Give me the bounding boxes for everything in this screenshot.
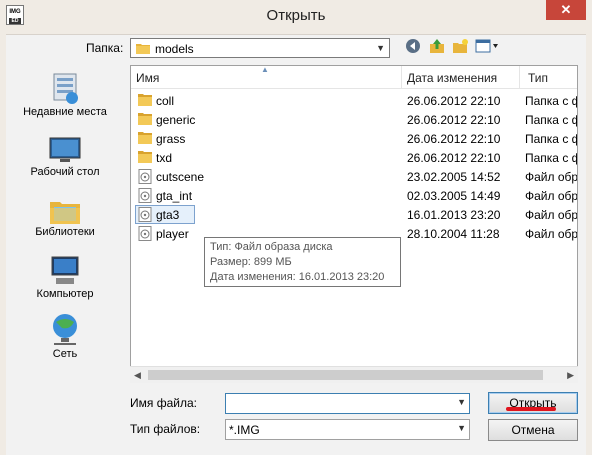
filename-label: Имя файла:	[130, 396, 197, 410]
file-row[interactable]: cutscene 23.02.2005 14:52 Файл обр	[131, 167, 578, 186]
close-button[interactable]: ✕	[546, 0, 586, 20]
file-date: 26.06.2012 22:10	[407, 113, 501, 127]
new-folder-icon	[453, 39, 468, 53]
window-border-right	[586, 34, 592, 455]
place-label: Сеть	[52, 348, 78, 360]
filetype-value: *.IMG	[229, 423, 260, 437]
column-header-row: ▲ Имя Дата изменения Тип	[131, 65, 577, 89]
file-name: gta3	[156, 208, 180, 222]
computer-icon	[51, 256, 79, 284]
sort-caret-icon: ▲	[261, 65, 269, 74]
place-recent[interactable]: Недавние места	[6, 72, 124, 118]
back-button[interactable]	[403, 38, 423, 58]
desktop-icon	[49, 137, 81, 162]
up-folder-icon	[430, 39, 444, 53]
file-type: Папка с ф	[525, 94, 578, 108]
tooltip-modified: Дата изменения: 16.01.2013 23:20	[210, 271, 385, 283]
filename-input[interactable]: ▼	[225, 393, 470, 414]
network-icon	[53, 314, 77, 345]
chevron-down-icon[interactable]: ▼	[457, 397, 466, 407]
tooltip-type: Тип: Файл образа диска	[210, 241, 333, 253]
recent-places-icon	[53, 73, 78, 104]
lookin-value: models	[155, 42, 194, 56]
place-label: Библиотеки	[35, 226, 95, 238]
file-date: 26.06.2012 22:10	[407, 132, 501, 146]
file-type: Файл обр	[525, 227, 578, 241]
file-type: Файл обр	[525, 170, 578, 184]
places-bar: Недавние места Рабочий стол Библиотеки К…	[6, 64, 124, 446]
file-row[interactable]: txd 26.06.2012 22:10 Папка с ф	[131, 148, 578, 167]
disk-image-icon	[138, 188, 152, 203]
column-name[interactable]: Имя	[136, 71, 159, 85]
disk-image-icon	[138, 169, 152, 184]
place-desktop[interactable]: Рабочий стол	[6, 136, 124, 178]
disk-image-icon	[138, 207, 152, 222]
place-label: Компьютер	[36, 288, 94, 300]
chevron-down-icon: ▼	[457, 423, 466, 433]
place-network[interactable]: Сеть	[6, 312, 124, 360]
filetype-label: Тип файлов:	[130, 422, 201, 436]
folder-icon	[138, 132, 152, 144]
tooltip-size: Размер: 899 МБ	[210, 256, 292, 268]
file-name: player	[156, 227, 189, 241]
folder-icon	[138, 113, 152, 125]
window-title: Открыть	[266, 7, 326, 24]
column-separator[interactable]	[519, 66, 520, 88]
place-computer[interactable]: Компьютер	[6, 254, 124, 300]
cancel-button[interactable]: Отмена	[488, 419, 578, 441]
place-label: Недавние места	[23, 106, 107, 118]
file-name: cutscene	[156, 170, 205, 184]
filetype-select[interactable]: *.IMG ▼	[225, 419, 470, 440]
file-date: 02.03.2005 14:49	[407, 189, 501, 203]
file-date: 28.10.2004 11:28	[407, 227, 500, 241]
file-date: 26.06.2012 22:10	[407, 151, 501, 165]
column-separator[interactable]	[401, 66, 402, 88]
file-row[interactable]: gta_int 02.03.2005 14:49 Файл обр	[131, 186, 578, 205]
lookin-label: Папка:	[86, 41, 124, 55]
place-label: Рабочий стол	[30, 166, 100, 178]
up-folder-button[interactable]	[427, 38, 447, 58]
title-bar: IMG ED Открыть ✕	[0, 0, 592, 35]
place-libraries[interactable]: Библиотеки	[6, 196, 124, 238]
horizontal-scrollbar[interactable]: ◀ ▶	[130, 366, 578, 383]
chevron-down-icon: ▼	[376, 43, 385, 53]
file-name: txd	[156, 151, 173, 165]
file-type: Папка с ф	[525, 151, 578, 165]
column-type[interactable]: Тип	[528, 71, 548, 85]
file-type: Папка с ф	[525, 132, 578, 146]
file-name: coll	[156, 94, 175, 108]
file-date: 16.01.2013 23:20	[407, 208, 501, 222]
view-menu-icon	[475, 39, 498, 53]
file-type: Файл обр	[525, 189, 578, 203]
column-date[interactable]: Дата изменения	[407, 71, 497, 85]
file-type: Файл обр	[525, 208, 578, 222]
file-date: 26.06.2012 22:10	[407, 94, 501, 108]
file-row[interactable]: generic 26.06.2012 22:10 Папка с ф	[131, 110, 578, 129]
file-list[interactable]: ▲ Имя Дата изменения Тип coll 26.06.2012…	[130, 65, 578, 383]
scroll-left-icon[interactable]: ◀	[134, 370, 141, 381]
scroll-right-icon[interactable]: ▶	[567, 370, 574, 381]
new-folder-button[interactable]	[450, 38, 470, 58]
back-icon	[406, 39, 420, 53]
file-type: Папка с ф	[525, 113, 578, 127]
red-underline-annotation	[506, 407, 556, 411]
file-name: gta_int	[156, 189, 193, 203]
file-row[interactable]: grass 26.06.2012 22:10 Папка с ф	[131, 129, 578, 148]
scroll-thumb[interactable]	[148, 370, 543, 380]
disk-image-icon	[138, 226, 152, 241]
file-row[interactable]: coll 26.06.2012 22:10 Папка с ф	[131, 91, 578, 110]
view-menu-button[interactable]	[474, 38, 500, 58]
libraries-icon	[50, 202, 80, 224]
file-name: generic	[156, 113, 196, 127]
file-date: 23.02.2005 14:52	[407, 170, 501, 184]
folder-icon	[138, 151, 152, 163]
file-name: grass	[156, 132, 186, 146]
file-row-selected[interactable]: gta3 16.01.2013 23:20 Файл обр	[131, 205, 578, 224]
file-tooltip: Тип: Файл образа диска Размер: 899 МБ Да…	[204, 237, 401, 287]
folder-icon	[136, 44, 150, 54]
lookin-combo[interactable]: models ▼	[130, 38, 390, 58]
folder-icon	[138, 94, 152, 106]
